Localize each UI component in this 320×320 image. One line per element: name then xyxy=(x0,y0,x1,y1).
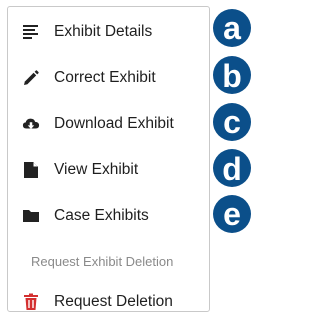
badge-b: b xyxy=(212,55,252,95)
folder-icon xyxy=(22,207,40,225)
menu-item-download-exhibit[interactable]: Download Exhibit xyxy=(8,106,209,142)
menu-item-view-exhibit[interactable]: View Exhibit xyxy=(8,152,209,188)
badge-e: e xyxy=(212,194,252,234)
badge-letter: b xyxy=(222,58,242,94)
section-label-request-deletion: Request Exhibit Deletion xyxy=(31,254,174,269)
menu-item-case-exhibits[interactable]: Case Exhibits xyxy=(8,198,209,234)
badge-letter: c xyxy=(223,104,241,140)
menu-item-label: Request Deletion xyxy=(54,293,173,310)
menu-item-label: View Exhibit xyxy=(54,161,139,178)
details-list-icon xyxy=(22,23,40,41)
context-menu: Exhibit Details Correct Exhibit Download… xyxy=(7,6,210,312)
badge-letter: d xyxy=(222,151,242,187)
badge-c: c xyxy=(212,102,252,142)
badge-letter: a xyxy=(223,10,241,46)
menu-item-label: Case Exhibits xyxy=(54,207,149,224)
trash-icon xyxy=(22,293,40,311)
badge-a: a xyxy=(212,8,252,48)
badge-letter: e xyxy=(223,196,241,232)
document-icon xyxy=(22,161,40,179)
menu-item-label: Correct Exhibit xyxy=(54,69,156,86)
cloud-download-icon xyxy=(22,115,40,133)
menu-item-correct-exhibit[interactable]: Correct Exhibit xyxy=(8,60,209,96)
badge-d: d xyxy=(212,148,252,188)
menu-item-label: Exhibit Details xyxy=(54,23,153,40)
menu-item-label: Download Exhibit xyxy=(54,115,174,132)
pencil-icon xyxy=(22,69,40,87)
menu-item-exhibit-details[interactable]: Exhibit Details xyxy=(8,14,209,50)
